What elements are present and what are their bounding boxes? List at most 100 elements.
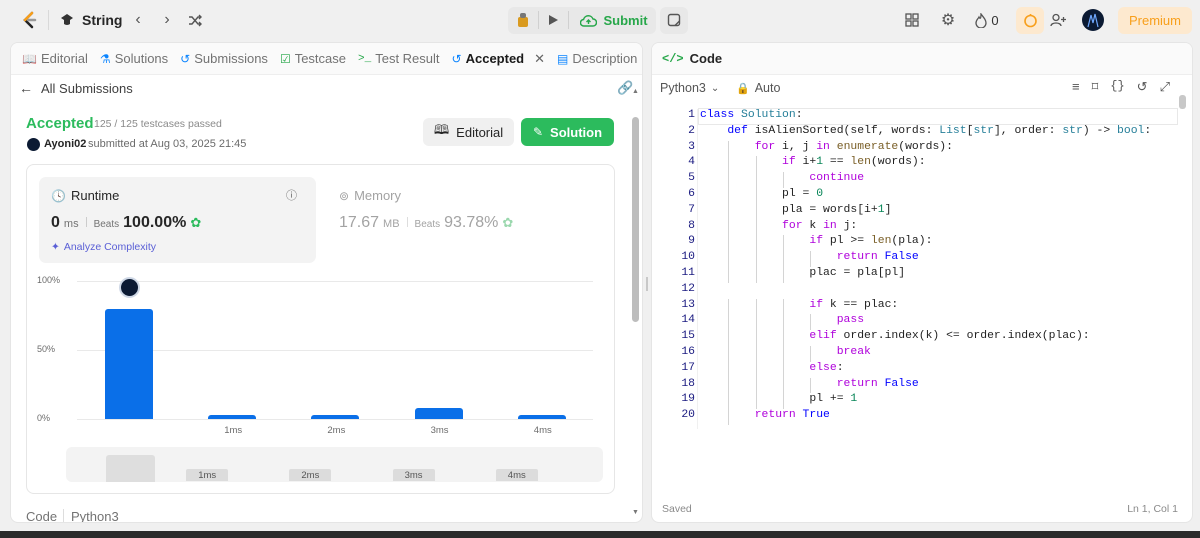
code-editor[interactable]: 1 class Solution: 2 def isAlienSorted(self…	[652, 108, 1182, 439]
settings-gear-icon[interactable]: ⚙	[938, 10, 958, 30]
info-icon[interactable]: ⓘ	[286, 187, 297, 203]
code-line[interactable]: 1 class Solution:	[652, 109, 802, 125]
range-selector[interactable]: 1ms 2ms 3ms 4ms	[66, 447, 603, 482]
code-line[interactable]: 12	[652, 283, 695, 299]
indent-guide	[783, 393, 785, 410]
user-avatar-small[interactable]	[27, 138, 40, 151]
code-panel: </> Code Python3 ⌄ 🔒 Auto ≡ ⌑ {} ↺ ⤢ 1 clas…	[651, 42, 1193, 523]
code-line[interactable]: 5 continue	[652, 172, 864, 188]
debug-icon[interactable]	[512, 10, 534, 30]
problem-list-title[interactable]: String	[82, 12, 122, 28]
line-text: plac = pla[pl]	[700, 267, 906, 279]
indent-guide	[755, 203, 757, 220]
streak-counter[interactable]: 0	[970, 10, 1004, 30]
edit-icon: ✎	[532, 125, 544, 139]
braces-icon[interactable]: {}	[1110, 79, 1124, 95]
close-tab-icon[interactable]: ✕	[534, 51, 545, 67]
code-line[interactable]: 13 if k == plac:	[652, 298, 898, 315]
shuffle-icon[interactable]	[185, 10, 205, 30]
bookmark-icon[interactable]: ⌑	[1092, 79, 1099, 95]
notes-icon[interactable]	[664, 10, 684, 30]
chart-bar-2ms[interactable]	[311, 414, 360, 419]
editorial-button[interactable]: 🕮 Editorial	[423, 118, 514, 146]
line-number: 17	[681, 361, 695, 374]
code-line[interactable]: 10 return False	[652, 251, 918, 267]
tab-description[interactable]: ▤ Description	[552, 43, 642, 75]
user-avatar[interactable]	[1082, 9, 1104, 31]
layout-grid-icon[interactable]	[902, 10, 922, 30]
chart-bar-4ms[interactable]	[517, 414, 566, 419]
range-handle[interactable]	[106, 455, 155, 482]
language-select[interactable]: Python3 ⌄	[660, 81, 719, 95]
submit-button[interactable]: Submit	[573, 8, 655, 32]
line-text: continue	[809, 172, 865, 185]
prev-problem-icon[interactable]: ‹	[128, 10, 148, 30]
format-icon[interactable]: ≡	[1072, 79, 1080, 95]
code-line[interactable]: 9 if pl >= len(pla):	[652, 235, 932, 251]
memory-box[interactable]: ⊚ Memory 17.67 MB Beats 93.78% ✿	[327, 177, 527, 263]
line-number: 13	[681, 298, 695, 311]
timer-icon[interactable]	[1016, 7, 1044, 34]
code-line[interactable]: 7 pla = words[i+1]	[652, 204, 891, 220]
code-line[interactable]: 14 pass	[652, 314, 864, 330]
code-line[interactable]: 3 for i, j in enumerate(words):	[652, 141, 953, 157]
indent-guide	[783, 235, 785, 252]
analyze-complexity-link[interactable]: ✦ Analyze Complexity	[51, 241, 156, 253]
code-line[interactable]: 19 pl += 1	[652, 393, 857, 409]
tab-editorial[interactable]: 📖 Editorial	[17, 43, 93, 75]
submission-status: Accepted	[26, 115, 94, 132]
line-text: for i, j in enumerate(words):	[754, 140, 953, 153]
leetcode-logo-icon[interactable]	[18, 9, 40, 31]
submitter-name[interactable]: Ayoni02	[44, 138, 86, 150]
indent-guide	[755, 393, 757, 410]
code-line[interactable]: 20 return True	[652, 409, 830, 425]
tab-submissions[interactable]: ↺ Submissions	[175, 43, 273, 75]
next-problem-icon[interactable]: ›	[157, 10, 177, 30]
runtime-box[interactable]: 🕓 Runtime ⓘ 0 ms Beats 100.00% ✿ ✦ Analyz…	[39, 177, 316, 263]
runtime-distribution-chart: 100% 50% 0% 1ms 2ms 3ms 4ms	[27, 265, 614, 445]
line-number: 2	[688, 124, 695, 137]
expand-icon[interactable]: ⤢	[1160, 79, 1170, 95]
history-icon: ↺	[451, 51, 462, 66]
solution-button[interactable]: ✎ Solution	[521, 118, 614, 146]
chart-bar-3ms[interactable]	[414, 407, 463, 419]
tab-solutions[interactable]: ⚗ Solutions	[95, 43, 173, 75]
indent-guide	[783, 330, 785, 346]
code-line[interactable]: 11 plac = pla[pl]	[652, 267, 905, 283]
code-line[interactable]: 8 for k in j:	[652, 220, 857, 236]
indent-guide	[755, 314, 757, 331]
code-line[interactable]: 4 if i+1 == len(words):	[652, 156, 925, 172]
code-line[interactable]: 16 break	[652, 346, 871, 362]
indent-guide	[728, 267, 730, 283]
line-text: return False	[836, 377, 919, 390]
scrollbar[interactable]: ▲ ▼	[632, 88, 640, 519]
auto-mode-toggle[interactable]: 🔒 Auto	[736, 81, 780, 95]
document-icon: ▤	[557, 51, 569, 66]
editor-scrollbar[interactable]	[1179, 95, 1186, 109]
reset-icon[interactable]: ↺	[1137, 79, 1148, 95]
chart-bar-0ms[interactable]	[105, 308, 153, 419]
share-link-icon[interactable]: 🔗	[617, 80, 633, 96]
arrow-left-icon: ←	[19, 80, 33, 96]
add-friend-icon[interactable]	[1048, 10, 1068, 30]
premium-button[interactable]: Premium	[1118, 7, 1192, 34]
line-number: 15	[681, 330, 695, 343]
tab-accepted[interactable]: ↺ Accepted ✕	[447, 43, 551, 75]
terminal-icon: >_	[358, 52, 372, 65]
code-line[interactable]: 6 pl = 0	[652, 188, 823, 204]
panel-resize-handle[interactable]	[646, 277, 648, 291]
code-line[interactable]: 2 def isAlienSorted(self, words: List[st…	[652, 124, 1151, 141]
line-text: if pl >= len(pla):	[809, 235, 933, 248]
code-line[interactable]: 18 return False	[652, 378, 918, 394]
run-icon[interactable]	[542, 10, 564, 30]
line-number: 5	[688, 172, 695, 185]
chart-bar-1ms[interactable]	[208, 414, 257, 419]
back-to-submissions[interactable]: ← All Submissions	[19, 80, 133, 96]
indent-guide	[728, 393, 730, 410]
line-number: 1	[688, 109, 695, 121]
code-line[interactable]: 15 elif order.index(k) <= order.index(pl…	[652, 330, 1089, 346]
x-tick-label: 3ms	[430, 425, 449, 436]
code-line[interactable]: 17 else:	[652, 361, 843, 378]
tab-testcase[interactable]: ☑ Testcase	[275, 43, 351, 75]
tab-test-result[interactable]: >_ Test Result	[353, 43, 445, 75]
